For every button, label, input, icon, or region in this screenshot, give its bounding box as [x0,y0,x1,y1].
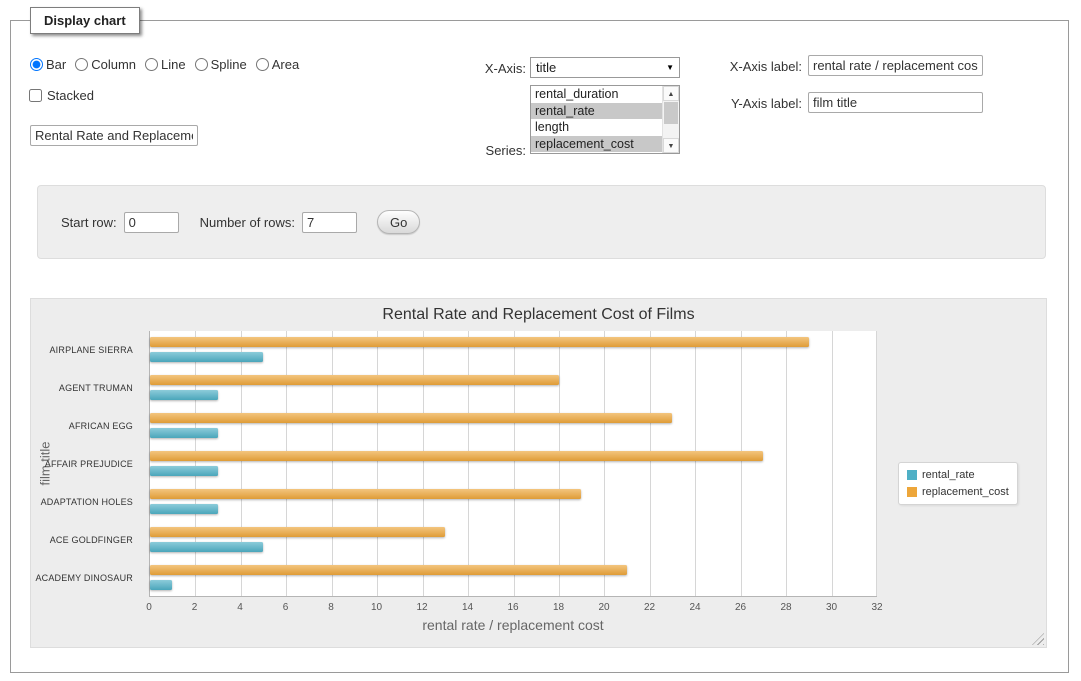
y-axis-label-label: Y-Axis label: [657,96,802,111]
series-option-rental_rate[interactable]: rental_rate [531,103,662,120]
radio-bar[interactable] [30,58,43,71]
radio-label: Bar [46,57,66,72]
chart-type-option-spline[interactable]: Spline [195,57,247,72]
stacked-checkbox-row[interactable]: Stacked [29,88,94,103]
radio-spline[interactable] [195,58,208,71]
start-row-label: Start row: [61,215,117,230]
bar-rental_rate [150,580,172,590]
chart-type-option-area[interactable]: Area [256,57,299,72]
bar-replacement_cost [150,489,581,499]
category-label: AFRICAN EGG [31,407,133,445]
legend-label: replacement_cost [922,486,1009,498]
x-axis-label-label: X-Axis label: [657,59,802,74]
x-axis-label-input[interactable] [808,55,983,76]
x-tick-label: 20 [598,602,609,613]
bar-rental_rate [150,504,218,514]
legend-label: rental_rate [922,469,975,481]
num-rows-input[interactable] [302,212,357,233]
series-option-rental_duration[interactable]: rental_duration [531,86,662,103]
x-tick-label: 6 [283,602,289,613]
x-tick-label: 16 [507,602,518,613]
radio-label: Area [272,57,299,72]
bar-rental_rate [150,428,218,438]
category-label: AIRPLANE SIERRA [31,331,133,369]
x-tick-label: 24 [689,602,700,613]
plot-area [149,331,877,597]
x-axis-select-label: X-Axis: [420,61,526,76]
num-rows-label: Number of rows: [200,215,295,230]
legend-swatch [907,470,917,480]
x-tick-label: 26 [735,602,746,613]
x-tick-label: 32 [871,602,882,613]
y-axis-label-input[interactable] [808,92,983,113]
x-tick-label: 12 [416,602,427,613]
go-button[interactable]: Go [377,210,420,234]
radio-column[interactable] [75,58,88,71]
series-options: rental_durationrental_ratelengthreplacem… [531,86,662,153]
x-tick-label: 18 [553,602,564,613]
category-label: AGENT TRUMAN [31,369,133,407]
display-chart-panel: Display chart BarColumnLineSplineArea St… [10,20,1069,673]
series-label: Series: [420,143,526,158]
bar-replacement_cost [150,375,559,385]
scroll-down-icon[interactable]: ▼ [663,138,679,153]
chart-type-option-line[interactable]: Line [145,57,186,72]
bar-replacement_cost [150,451,763,461]
bar-rental_rate [150,390,218,400]
legend-entry-rental_rate[interactable]: rental_rate [907,469,1009,481]
series-option-length[interactable]: length [531,119,662,136]
x-tick-label: 28 [780,602,791,613]
resize-handle-icon[interactable] [1032,633,1044,645]
category-label: ACADEMY DINOSAUR [31,559,133,597]
legend-swatch [907,487,917,497]
bars [150,331,877,596]
radio-label: Column [91,57,136,72]
x-tick-label: 4 [237,602,243,613]
series-option-replacement_cost[interactable]: replacement_cost [531,136,662,153]
bar-replacement_cost [150,565,627,575]
chart-legend: rental_rate replacement_cost [898,462,1018,505]
x-tick-label: 0 [146,602,152,613]
row-params-panel: Start row: Number of rows: Go [37,185,1046,259]
x-tick-labels: 02468101214161820222426283032 [149,602,877,614]
bar-replacement_cost [150,527,445,537]
start-row-input[interactable] [124,212,179,233]
x-tick-label: 22 [644,602,655,613]
bar-rental_rate [150,542,263,552]
radio-label: Line [161,57,186,72]
category-label: ACE GOLDFINGER [31,521,133,559]
chart-x-axis-title: rental rate / replacement cost [149,617,877,633]
stacked-label: Stacked [47,88,94,103]
category-label: ADAPTATION HOLES [31,483,133,521]
radio-line[interactable] [145,58,158,71]
x-tick-label: 2 [192,602,198,613]
panel-legend: Display chart [30,7,140,34]
chart-category-labels: AIRPLANE SIERRAAGENT TRUMANAFRICAN EGGAF… [31,331,141,597]
x-axis-select-value: title [536,60,556,75]
bar-replacement_cost [150,337,809,347]
chart-type-option-column[interactable]: Column [75,57,136,72]
stacked-checkbox[interactable] [29,89,42,102]
chart-title-input[interactable] [30,125,198,146]
bar-rental_rate [150,466,218,476]
x-tick-label: 14 [462,602,473,613]
bar-rental_rate [150,352,263,362]
chart-title: Rental Rate and Replacement Cost of Film… [31,306,1046,324]
chart-panel: Rental Rate and Replacement Cost of Film… [30,298,1047,648]
radio-label: Spline [211,57,247,72]
chart-type-radios: Bar Column Line Spline Area [30,57,299,72]
category-label: AFFAIR PREJUDICE [31,445,133,483]
chart-type-option-bar[interactable]: Bar [30,57,66,72]
x-tick-label: 10 [371,602,382,613]
x-tick-label: 30 [826,602,837,613]
radio-area[interactable] [256,58,269,71]
bar-replacement_cost [150,413,672,423]
x-tick-label: 8 [328,602,334,613]
legend-entry-replacement_cost[interactable]: replacement_cost [907,486,1009,498]
